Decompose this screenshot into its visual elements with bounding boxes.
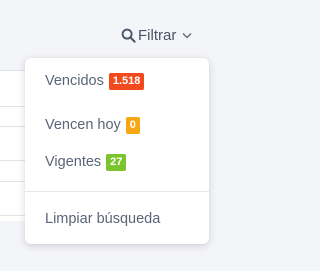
menu-item-vencidos[interactable]: Vencidos 1.518 (45, 70, 195, 92)
count-badge: 0 (125, 116, 140, 134)
filter-button[interactable]: Filtrar (121, 25, 192, 45)
count-badge: 27 (106, 153, 127, 171)
menu-item-label: Vigentes (45, 154, 102, 170)
menu-item-label: Vencidos (45, 73, 104, 89)
count-badge: 1.518 (108, 72, 145, 90)
menu-item-vencen-hoy[interactable]: Vencen hoy 0 (45, 114, 195, 136)
menu-item-vigentes[interactable]: Vigentes 27 (45, 151, 195, 173)
chevron-down-icon (182, 32, 192, 39)
filter-dropdown-menu: Vencidos 1.518 Vencen hoy 0 Vigentes 27 … (25, 58, 209, 244)
clear-search-button[interactable]: Limpiar búsqueda (45, 208, 195, 230)
search-icon (121, 28, 136, 43)
filter-label: Filtrar (138, 26, 177, 44)
menu-divider (25, 191, 209, 192)
clear-search-label: Limpiar búsqueda (45, 211, 161, 227)
menu-item-label: Vencen hoy (45, 117, 121, 133)
